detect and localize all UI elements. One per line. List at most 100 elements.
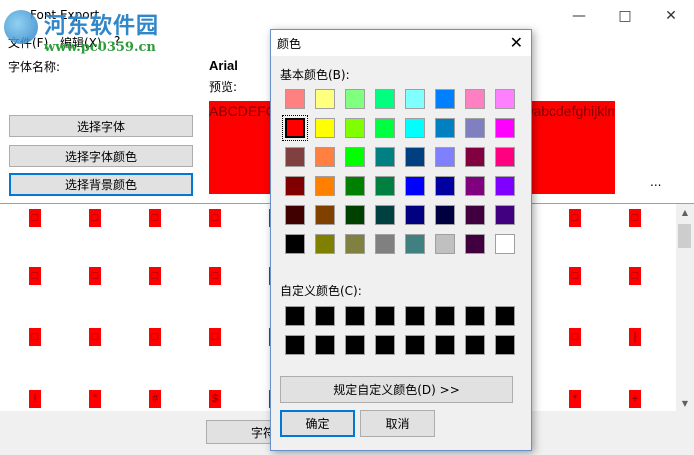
glyph-cell[interactable]: □ — [29, 328, 41, 346]
custom-color-swatch[interactable] — [435, 335, 455, 355]
basic-color-swatch[interactable] — [375, 118, 395, 138]
ok-button[interactable]: 确定 — [280, 410, 355, 437]
glyph-cell[interactable]: □ — [89, 328, 101, 346]
glyph-cell[interactable]: □ — [89, 209, 101, 227]
basic-color-swatch[interactable] — [495, 147, 515, 167]
basic-color-swatch[interactable] — [465, 205, 485, 225]
custom-color-swatch[interactable] — [345, 335, 365, 355]
basic-color-swatch[interactable] — [495, 89, 515, 109]
glyph-cell[interactable]: □ — [149, 328, 161, 346]
dialog-close-icon[interactable]: ✕ — [510, 33, 523, 52]
basic-color-swatch[interactable] — [435, 89, 455, 109]
basic-color-swatch[interactable] — [495, 205, 515, 225]
maximize-icon[interactable]: □ — [602, 0, 648, 31]
basic-color-swatch[interactable] — [465, 234, 485, 254]
glyph-cell[interactable]: □ — [569, 328, 581, 346]
basic-color-swatch[interactable] — [285, 176, 305, 196]
basic-color-swatch[interactable] — [435, 205, 455, 225]
glyph-cell[interactable]: □ — [29, 209, 41, 227]
custom-color-swatch[interactable] — [405, 335, 425, 355]
glyph-cell[interactable]: □ — [629, 209, 641, 227]
basic-color-swatch[interactable] — [282, 115, 308, 141]
glyph-cell[interactable]: ! — [29, 390, 41, 408]
basic-color-swatch[interactable] — [375, 147, 395, 167]
custom-color-swatch[interactable] — [375, 306, 395, 326]
basic-color-swatch[interactable] — [435, 234, 455, 254]
glyph-cell[interactable]: $ — [209, 390, 221, 408]
define-custom-colors-button[interactable]: 规定自定义颜色(D) >> — [280, 376, 513, 403]
glyph-cell[interactable]: □ — [569, 267, 581, 285]
basic-color-swatch[interactable] — [345, 205, 365, 225]
select-font-color-button[interactable]: 选择字体颜色 — [9, 145, 193, 167]
basic-color-swatch[interactable] — [495, 118, 515, 138]
glyph-cell[interactable]: □ — [209, 328, 221, 346]
basic-color-swatch[interactable] — [375, 176, 395, 196]
basic-color-swatch[interactable] — [405, 89, 425, 109]
basic-color-swatch[interactable] — [465, 147, 485, 167]
scroll-thumb[interactable] — [678, 224, 691, 248]
minimize-icon[interactable]: — — [556, 0, 602, 31]
custom-color-swatch[interactable] — [465, 335, 485, 355]
glyph-cell[interactable]: + — [629, 390, 641, 408]
basic-color-swatch[interactable] — [405, 147, 425, 167]
basic-color-swatch[interactable] — [285, 205, 305, 225]
glyph-cell[interactable]: * — [569, 390, 581, 408]
glyph-cell[interactable]: " — [89, 390, 101, 408]
basic-color-swatch[interactable] — [315, 176, 335, 196]
basic-color-swatch[interactable] — [435, 176, 455, 196]
custom-color-swatch[interactable] — [315, 306, 335, 326]
custom-color-swatch[interactable] — [375, 335, 395, 355]
basic-color-swatch[interactable] — [465, 176, 485, 196]
glyph-cell[interactable]: □ — [569, 209, 581, 227]
basic-color-swatch[interactable] — [345, 89, 365, 109]
basic-color-swatch[interactable] — [405, 205, 425, 225]
basic-color-swatch[interactable] — [405, 118, 425, 138]
select-bg-color-button[interactable]: 选择背景颜色 — [9, 173, 193, 196]
custom-color-swatch[interactable] — [405, 306, 425, 326]
custom-color-swatch[interactable] — [345, 306, 365, 326]
basic-color-swatch[interactable] — [375, 205, 395, 225]
basic-color-swatch[interactable] — [465, 89, 485, 109]
scroll-up-icon[interactable]: ▲ — [676, 204, 694, 221]
glyph-cell[interactable]: □ — [209, 209, 221, 227]
basic-color-swatch[interactable] — [435, 118, 455, 138]
close-icon[interactable]: ✕ — [648, 0, 694, 31]
basic-color-swatch[interactable] — [285, 147, 305, 167]
glyph-cell[interactable]: □ — [209, 267, 221, 285]
glyph-cell[interactable]: | — [629, 328, 641, 346]
custom-color-swatch[interactable] — [435, 306, 455, 326]
basic-color-swatch[interactable] — [405, 234, 425, 254]
glyph-cell[interactable]: □ — [29, 267, 41, 285]
basic-color-swatch[interactable] — [405, 176, 425, 196]
custom-color-swatch[interactable] — [495, 306, 515, 326]
basic-color-swatch[interactable] — [285, 89, 305, 109]
basic-color-swatch[interactable] — [495, 234, 515, 254]
glyph-cell[interactable]: □ — [89, 267, 101, 285]
glyph-cell[interactable]: □ — [149, 209, 161, 227]
basic-color-swatch[interactable] — [315, 118, 335, 138]
custom-color-swatch[interactable] — [465, 306, 485, 326]
basic-color-swatch[interactable] — [315, 234, 335, 254]
basic-color-swatch[interactable] — [465, 118, 485, 138]
select-font-button[interactable]: 选择字体 — [9, 115, 193, 137]
glyph-cell[interactable]: □ — [149, 267, 161, 285]
basic-color-swatch[interactable] — [435, 147, 455, 167]
basic-color-swatch[interactable] — [315, 147, 335, 167]
custom-color-swatch[interactable] — [285, 306, 305, 326]
basic-color-swatch[interactable] — [345, 176, 365, 196]
glyph-cell[interactable]: □ — [629, 267, 641, 285]
cancel-button[interactable]: 取消 — [360, 410, 435, 437]
custom-color-swatch[interactable] — [285, 335, 305, 355]
custom-color-swatch[interactable] — [315, 335, 335, 355]
basic-color-swatch[interactable] — [345, 118, 365, 138]
basic-color-swatch[interactable] — [345, 234, 365, 254]
glyph-cell[interactable]: # — [149, 390, 161, 408]
basic-color-swatch[interactable] — [375, 89, 395, 109]
basic-color-swatch[interactable] — [375, 234, 395, 254]
vertical-scrollbar[interactable]: ▲ ▼ — [676, 203, 694, 412]
basic-color-swatch[interactable] — [495, 176, 515, 196]
basic-color-swatch[interactable] — [315, 89, 335, 109]
scroll-down-icon[interactable]: ▼ — [676, 395, 694, 412]
basic-color-swatch[interactable] — [285, 234, 305, 254]
basic-color-swatch[interactable] — [345, 147, 365, 167]
